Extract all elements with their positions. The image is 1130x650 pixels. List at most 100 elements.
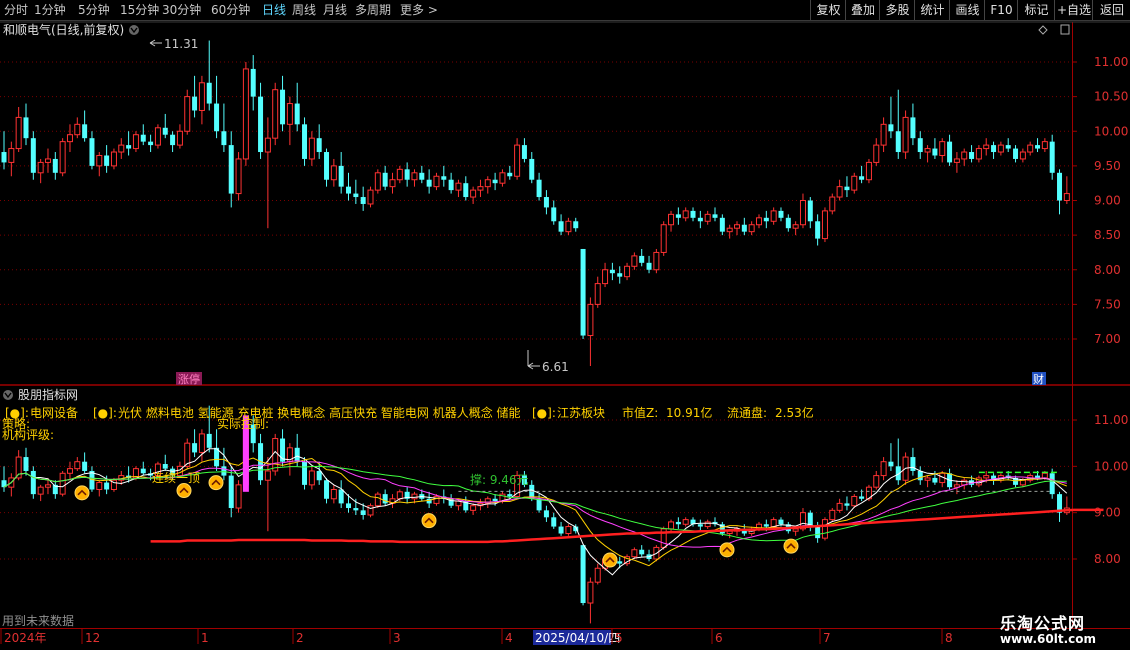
candle bbox=[96, 152, 103, 177]
candle-body bbox=[1019, 479, 1026, 486]
candle-body bbox=[558, 221, 564, 232]
diamond-icon[interactable] bbox=[1038, 25, 1048, 35]
candle-body bbox=[463, 183, 469, 198]
candle-body bbox=[675, 521, 681, 525]
candle bbox=[66, 461, 73, 481]
buy-signal-icon bbox=[176, 483, 192, 499]
candle bbox=[726, 224, 733, 239]
candle bbox=[221, 447, 227, 481]
candle bbox=[573, 217, 579, 232]
candle bbox=[52, 152, 58, 180]
candle bbox=[778, 207, 784, 222]
candle-body bbox=[308, 137, 315, 160]
candle-body bbox=[859, 496, 865, 499]
concept-marker-2: [●]: bbox=[93, 406, 117, 420]
candle-body bbox=[821, 519, 828, 539]
candle-body bbox=[565, 526, 572, 535]
candle-body bbox=[23, 117, 29, 139]
candle-body bbox=[294, 103, 300, 125]
candle bbox=[821, 207, 828, 243]
candle-body bbox=[697, 217, 703, 222]
candle-body bbox=[792, 528, 799, 532]
candle-body bbox=[653, 251, 660, 271]
candle-body bbox=[631, 255, 638, 267]
buy-signal-icon bbox=[421, 513, 437, 529]
indicator-settings-icon[interactable] bbox=[3, 390, 13, 400]
candle-body bbox=[499, 172, 506, 184]
candle-body bbox=[477, 186, 484, 191]
candle bbox=[324, 477, 330, 504]
candle-body bbox=[170, 134, 176, 146]
candle bbox=[932, 470, 938, 485]
candle bbox=[192, 429, 198, 458]
candle-body bbox=[258, 96, 264, 153]
candle-body bbox=[1, 152, 7, 163]
candle bbox=[880, 117, 887, 153]
candle bbox=[463, 496, 469, 513]
candle-body bbox=[617, 561, 623, 564]
candle-body bbox=[991, 145, 997, 153]
candle-body bbox=[580, 248, 586, 336]
candle bbox=[983, 138, 990, 156]
candle bbox=[682, 207, 689, 222]
candle bbox=[96, 480, 103, 497]
candle-body bbox=[492, 179, 498, 184]
candle bbox=[551, 200, 557, 225]
candle bbox=[104, 145, 110, 173]
candle bbox=[755, 214, 762, 229]
candle bbox=[411, 169, 418, 187]
candle bbox=[1019, 148, 1026, 163]
candle-body bbox=[624, 265, 631, 278]
candle-body bbox=[917, 138, 923, 153]
candle-body bbox=[59, 141, 66, 174]
candle bbox=[807, 197, 813, 229]
candle bbox=[353, 179, 359, 204]
candle-body bbox=[551, 207, 557, 222]
candle bbox=[639, 545, 645, 557]
candle-body bbox=[192, 96, 198, 111]
candle-body bbox=[888, 124, 894, 132]
candle-body bbox=[176, 130, 183, 146]
candle bbox=[360, 186, 366, 211]
candle-body bbox=[389, 179, 396, 188]
candle bbox=[448, 172, 454, 194]
candle-body bbox=[983, 144, 990, 150]
candle bbox=[59, 470, 66, 497]
candle bbox=[272, 82, 279, 146]
candle-body bbox=[1049, 141, 1055, 173]
candle bbox=[198, 75, 205, 125]
candle bbox=[785, 214, 791, 232]
candle bbox=[836, 498, 843, 513]
candle bbox=[880, 457, 887, 481]
float-cap-value: 2.53亿 bbox=[775, 405, 814, 420]
candle-body bbox=[983, 475, 990, 479]
candle-body bbox=[807, 200, 813, 222]
title-dropdown-icon[interactable] bbox=[129, 25, 139, 35]
candle-body bbox=[924, 477, 931, 481]
candle bbox=[82, 452, 88, 474]
candle-body bbox=[154, 127, 161, 146]
candle-body bbox=[821, 210, 828, 240]
x-tick-label: 1 bbox=[201, 631, 209, 645]
candle-body bbox=[382, 494, 388, 504]
candle-body bbox=[148, 141, 154, 146]
candle bbox=[829, 193, 836, 215]
candle bbox=[23, 447, 29, 476]
candle-body bbox=[639, 255, 645, 263]
candle bbox=[470, 186, 477, 204]
candle bbox=[924, 145, 931, 163]
buy-signal-icon bbox=[208, 475, 224, 491]
region-label: 江苏板块 bbox=[557, 406, 605, 420]
candle-body bbox=[396, 491, 403, 500]
candle-body bbox=[815, 526, 821, 539]
window-icon[interactable] bbox=[1060, 24, 1070, 35]
candle bbox=[89, 131, 95, 170]
candle bbox=[1057, 169, 1063, 215]
candle-body bbox=[763, 217, 769, 222]
candle bbox=[470, 503, 477, 515]
candle bbox=[258, 433, 264, 485]
candle bbox=[631, 252, 638, 270]
candle-body bbox=[140, 134, 146, 142]
candle bbox=[1005, 138, 1011, 153]
candle bbox=[1041, 138, 1048, 153]
